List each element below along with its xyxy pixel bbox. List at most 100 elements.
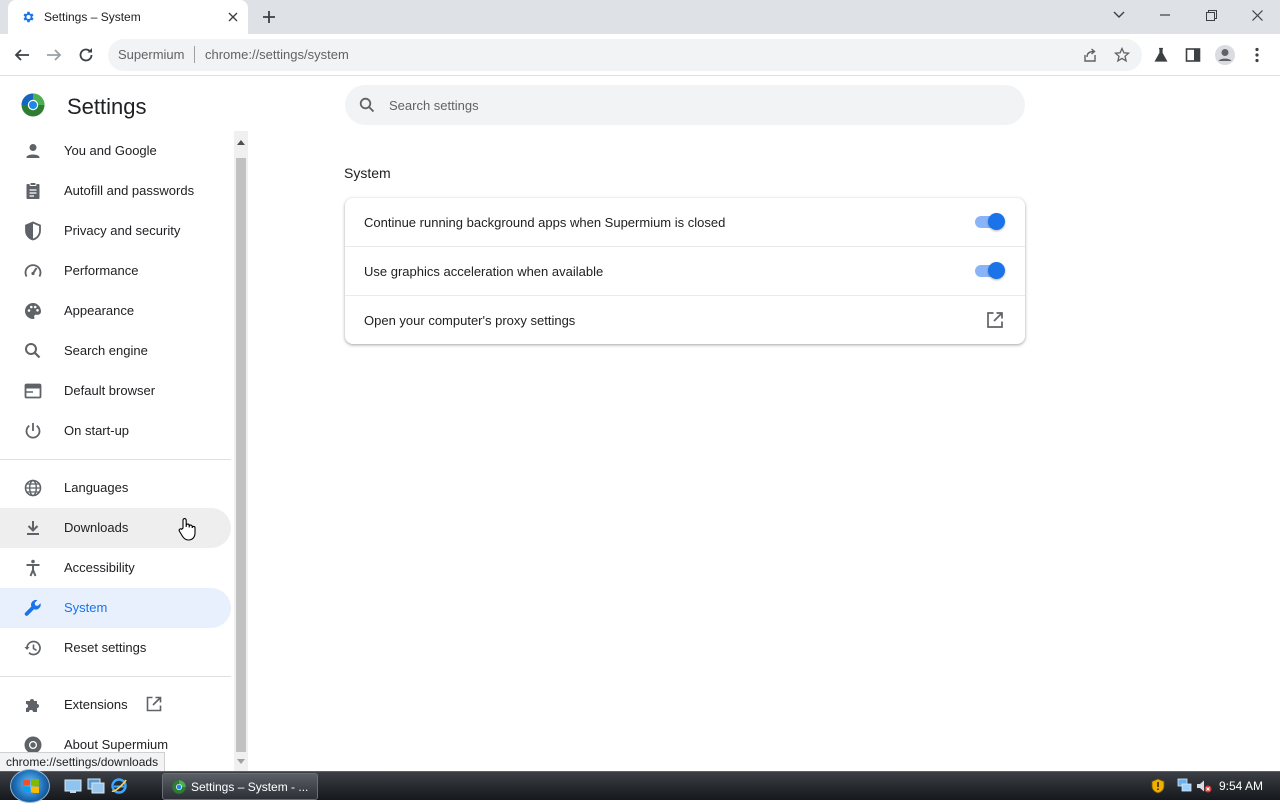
proxy-settings-row[interactable]: Open your computer's proxy settings <box>345 295 1025 344</box>
sidebar-divider <box>0 459 231 460</box>
download-icon <box>23 518 43 538</box>
address-bar[interactable]: Supermium chrome://settings/system <box>108 39 1142 71</box>
sidebar-item-downloads[interactable]: Downloads <box>0 508 231 548</box>
tab-search-icon[interactable] <box>1096 0 1142 30</box>
sidebar-item-label: On start-up <box>64 423 130 438</box>
volume-muted-icon[interactable] <box>1196 778 1212 794</box>
search-settings-box[interactable] <box>345 85 1025 125</box>
sidebar-item-you-and-google[interactable]: You and Google <box>0 131 231 171</box>
wrench-icon <box>23 598 43 618</box>
person-icon <box>23 141 43 161</box>
open-in-new-icon[interactable] <box>985 310 1005 330</box>
row-label: Continue running background apps when Su… <box>364 215 726 230</box>
sidebar-item-performance[interactable]: Performance <box>0 251 231 291</box>
speedometer-icon <box>23 261 43 281</box>
sidebar-item-label: Performance <box>64 263 139 278</box>
sidebar-scrollbar-thumb[interactable] <box>236 158 246 752</box>
sidebar-item-search-engine[interactable]: Search engine <box>0 331 231 371</box>
sidebar-item-label: System <box>64 600 108 615</box>
forward-arrow-icon[interactable] <box>41 42 67 68</box>
address-divider <box>194 46 195 63</box>
security-shield-icon[interactable] <box>1150 778 1166 794</box>
supermium-logo-icon <box>172 780 186 794</box>
row-label: Open your computer's proxy settings <box>364 313 576 328</box>
shield-icon <box>23 221 43 241</box>
show-desktop-icon[interactable] <box>64 778 82 794</box>
scroll-up-arrow-icon[interactable] <box>234 134 248 150</box>
row-label: Use graphics acceleration when available <box>364 264 604 279</box>
sidebar-item-reset-settings[interactable]: Reset settings <box>0 628 231 668</box>
reload-icon[interactable] <box>73 42 99 68</box>
power-icon <box>23 421 43 441</box>
settings-title: Settings <box>67 94 147 119</box>
background-apps-toggle[interactable] <box>973 213 1007 231</box>
close-window-icon[interactable] <box>1234 0 1280 30</box>
new-tab-button[interactable] <box>258 6 280 28</box>
sidebar-item-label: Appearance <box>64 303 135 318</box>
sidebar-item-label: Autofill and passwords <box>64 183 195 198</box>
sidebar-divider <box>0 676 231 677</box>
close-icon[interactable] <box>224 8 242 26</box>
search-input[interactable] <box>389 94 989 116</box>
share-icon[interactable] <box>1077 42 1103 68</box>
sidebar-item-accessibility[interactable]: Accessibility <box>0 548 231 588</box>
start-button[interactable] <box>10 769 50 803</box>
history-icon <box>23 638 43 658</box>
puzzle-icon <box>23 695 43 715</box>
sidebar-item-label: Accessibility <box>64 560 135 575</box>
url-text: chrome://settings/system <box>205 47 349 62</box>
sidebar-item-label: About Supermium <box>64 737 169 752</box>
lab-flask-icon[interactable] <box>1148 42 1174 68</box>
sidebar-item-appearance[interactable]: Appearance <box>0 291 231 331</box>
taskbar-clock[interactable]: 9:54 AM <box>1219 779 1263 793</box>
palette-icon <box>23 301 43 321</box>
toggle-knob <box>988 262 1005 279</box>
sidebar-item-label: Search engine <box>64 343 148 358</box>
taskbar-button-label: Settings – System - ... <box>191 780 309 794</box>
back-arrow-icon[interactable] <box>9 42 35 68</box>
sidebar-item-label: Default browser <box>64 383 156 398</box>
site-name: Supermium <box>118 47 185 62</box>
network-icon[interactable] <box>1177 778 1193 794</box>
sidebar-item-extensions[interactable]: Extensions <box>0 685 231 725</box>
sidebar-item-languages[interactable]: Languages <box>0 468 231 508</box>
tab-strip: Settings – System <box>0 0 1280 34</box>
sidebar-item-label: You and Google <box>64 143 157 158</box>
star-icon[interactable] <box>1109 42 1135 68</box>
graphics-acceleration-toggle[interactable] <box>973 262 1007 280</box>
more-vertical-icon[interactable] <box>1244 42 1270 68</box>
search-icon <box>23 341 43 361</box>
sidebar-item-autofill[interactable]: Autofill and passwords <box>0 171 231 211</box>
windows-logo-icon <box>23 778 39 794</box>
sidebar-item-label: Languages <box>64 480 129 495</box>
side-panel-icon[interactable] <box>1180 42 1206 68</box>
browser-window-icon <box>23 381 43 401</box>
sidebar-item-default-browser[interactable]: Default browser <box>0 371 231 411</box>
open-in-new-icon <box>145 695 163 713</box>
scroll-down-arrow-icon[interactable] <box>234 754 248 768</box>
section-title: System <box>344 165 391 181</box>
settings-sidebar: You and Google Autofill and passwords Pr… <box>0 131 234 771</box>
globe-icon <box>23 478 43 498</box>
tab-settings-system[interactable]: Settings – System <box>8 0 248 34</box>
supermium-logo-icon <box>21 93 45 117</box>
sidebar-item-label: Extensions <box>64 697 128 712</box>
plus-icon <box>263 11 275 23</box>
sidebar-item-on-startup[interactable]: On start-up <box>0 411 231 451</box>
search-icon <box>359 97 375 113</box>
windows-taskbar: Settings – System - ... 9:54 AM <box>0 769 1280 803</box>
graphics-acceleration-row[interactable]: Use graphics acceleration when available <box>345 246 1025 295</box>
restore-icon[interactable] <box>1188 0 1234 30</box>
gear-icon <box>21 10 35 24</box>
minimize-icon[interactable] <box>1142 0 1188 30</box>
system-settings-card: Continue running background apps when Su… <box>345 198 1025 344</box>
sidebar-item-privacy[interactable]: Privacy and security <box>0 211 231 251</box>
sidebar-item-system[interactable]: System <box>0 588 231 628</box>
sidebar-item-label: Downloads <box>64 520 129 535</box>
background-apps-row[interactable]: Continue running background apps when Su… <box>345 198 1025 247</box>
tab-title: Settings – System <box>44 10 141 24</box>
profile-icon[interactable] <box>1212 42 1238 68</box>
internet-explorer-icon[interactable] <box>110 778 128 794</box>
window-switcher-icon[interactable] <box>87 778 105 794</box>
taskbar-browser-button[interactable]: Settings – System - ... <box>162 773 318 800</box>
